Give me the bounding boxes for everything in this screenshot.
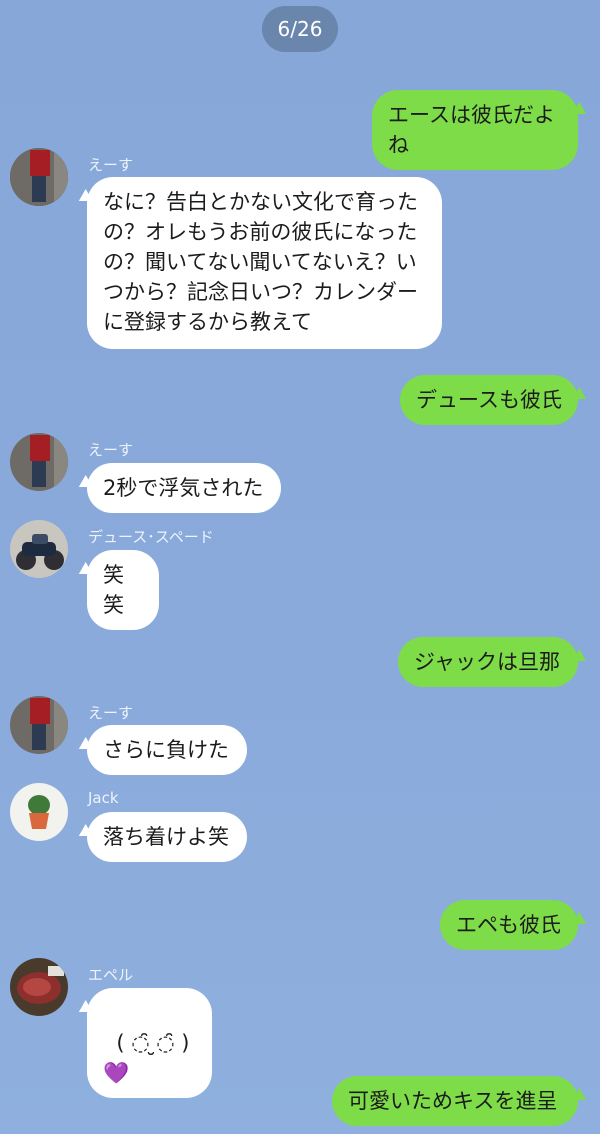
incoming-message[interactable]: ( ◌̑ ̮◌̑ ) 💜 bbox=[87, 988, 212, 1098]
sender-name: デュース･スペード bbox=[88, 528, 214, 546]
outgoing-message[interactable]: エペも彼氏 bbox=[440, 900, 578, 950]
avatar-image bbox=[10, 148, 68, 206]
incoming-message[interactable]: なに？告白とかない文化で育ったの？オレもうお前の彼氏になったの？聞いてない聞いて… bbox=[87, 177, 442, 349]
avatar-image bbox=[10, 520, 68, 578]
outgoing-message[interactable]: 可愛いためキスを進呈 bbox=[332, 1076, 578, 1126]
avatar[interactable] bbox=[10, 433, 68, 491]
sender-name: Jack bbox=[88, 789, 119, 807]
avatar[interactable] bbox=[10, 783, 68, 841]
sender-name: えーす bbox=[88, 156, 134, 174]
sender-name: えーす bbox=[88, 704, 134, 722]
kaomoji-text: ( ◌̑ ̮◌̑ ) bbox=[116, 1031, 190, 1055]
avatar[interactable] bbox=[10, 520, 68, 578]
avatar-image bbox=[10, 433, 68, 491]
avatar-image bbox=[10, 783, 68, 841]
incoming-message[interactable]: 笑笑 bbox=[87, 550, 159, 630]
avatar[interactable] bbox=[10, 696, 68, 754]
incoming-message[interactable]: さらに負けた bbox=[87, 725, 247, 775]
purple-heart-icon: 💜 bbox=[103, 1061, 130, 1085]
avatar-image bbox=[10, 958, 68, 1016]
sender-name: えーす bbox=[88, 441, 134, 459]
incoming-message[interactable]: 落ち着けよ笑 bbox=[87, 812, 247, 862]
sender-name: エペル bbox=[88, 966, 134, 984]
incoming-message[interactable]: 2秒で浮気された bbox=[87, 463, 281, 513]
avatar-image bbox=[10, 696, 68, 754]
outgoing-message[interactable]: ジャックは旦那 bbox=[398, 637, 578, 687]
avatar[interactable] bbox=[10, 148, 68, 206]
outgoing-message[interactable]: デュースも彼氏 bbox=[400, 375, 578, 425]
avatar[interactable] bbox=[10, 958, 68, 1016]
outgoing-message[interactable]: エースは彼氏だよね bbox=[372, 90, 578, 170]
date-badge: 6/26 bbox=[262, 6, 338, 52]
